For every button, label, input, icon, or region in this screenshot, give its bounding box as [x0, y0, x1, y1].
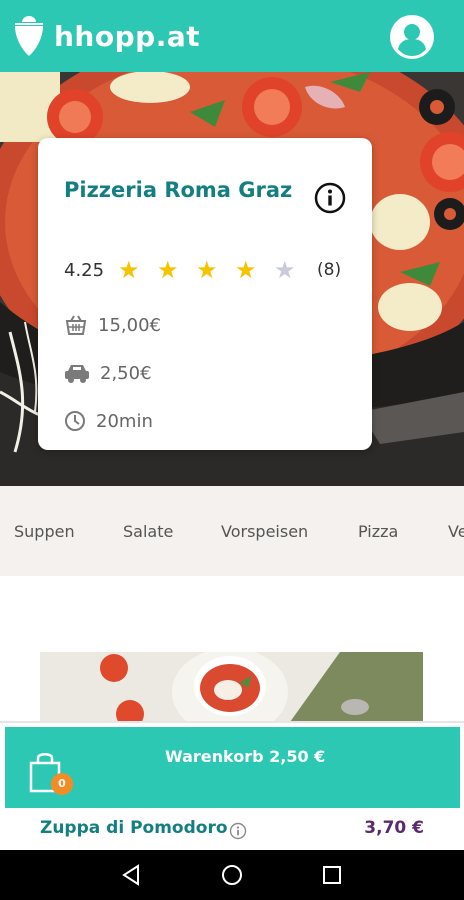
info-icon[interactable]	[314, 182, 346, 214]
car-icon	[65, 365, 89, 383]
category-tabs: Suppen Salate Vorspeisen Pizza Ve	[0, 486, 464, 576]
tab-suppen[interactable]: Suppen	[14, 522, 75, 541]
delivery-time-row: 20min	[64, 410, 153, 432]
rating-count: (8)	[317, 260, 342, 280]
tab-pizza[interactable]: Pizza	[358, 522, 398, 541]
tab-more[interactable]: Ve	[448, 522, 464, 541]
system-nav-bar	[0, 850, 464, 900]
menu-item-image[interactable]	[40, 652, 423, 722]
back-icon[interactable]	[120, 863, 144, 887]
restaurant-info-card: Pizzeria Roma Graz 4.25 ★ ★ ★ ★ ★ (8) 15…	[38, 138, 372, 450]
restaurant-name: Pizzeria Roma Graz	[64, 178, 293, 202]
rating-value: 4.25	[64, 259, 105, 281]
delivery-fee-row: 2,50€	[64, 362, 152, 384]
star-icon: ★	[196, 256, 218, 284]
user-profile-icon[interactable]	[390, 15, 434, 59]
info-icon[interactable]	[229, 822, 247, 840]
tab-salate[interactable]: Salate	[123, 522, 173, 541]
star-icon: ★	[235, 256, 257, 284]
menu-item-row[interactable]: Zuppa di Pomodoro 3,70 €	[0, 808, 464, 850]
star-icon: ★	[118, 256, 140, 284]
cart-count-badge: 0	[51, 773, 73, 795]
delivery-fee-value: 2,50€	[100, 362, 152, 384]
app-header: hhopp.at	[0, 0, 464, 72]
tab-vorspeisen[interactable]: Vorspeisen	[221, 522, 308, 541]
soup-photo	[40, 652, 423, 722]
min-order-row: 15,00€	[64, 314, 161, 336]
divider	[0, 721, 464, 723]
rating-row: 4.25 ★ ★ ★ ★ ★ (8)	[64, 258, 349, 282]
app-logo[interactable]: hhopp.at	[12, 14, 200, 58]
cart-label: Warenkorb 2,50 €	[165, 747, 326, 766]
app-name: hhopp.at	[54, 19, 201, 53]
basket-icon	[65, 315, 87, 335]
delivery-time-value: 20min	[96, 410, 153, 432]
menu-item-price: 3,70 €	[364, 818, 424, 838]
cart-button[interactable]: 0 Warenkorb 2,50 €	[5, 727, 460, 808]
recent-apps-icon[interactable]	[320, 863, 344, 887]
menu-item-name: Zuppa di Pomodoro	[40, 818, 228, 838]
rating-stars: ★ ★ ★ ★ ★	[118, 258, 313, 282]
min-order-value: 15,00€	[98, 314, 161, 336]
star-empty-icon: ★	[274, 256, 296, 284]
home-icon[interactable]	[220, 863, 244, 887]
star-icon: ★	[157, 256, 179, 284]
clock-icon	[65, 411, 85, 431]
hhopp-logo-icon	[15, 16, 43, 56]
